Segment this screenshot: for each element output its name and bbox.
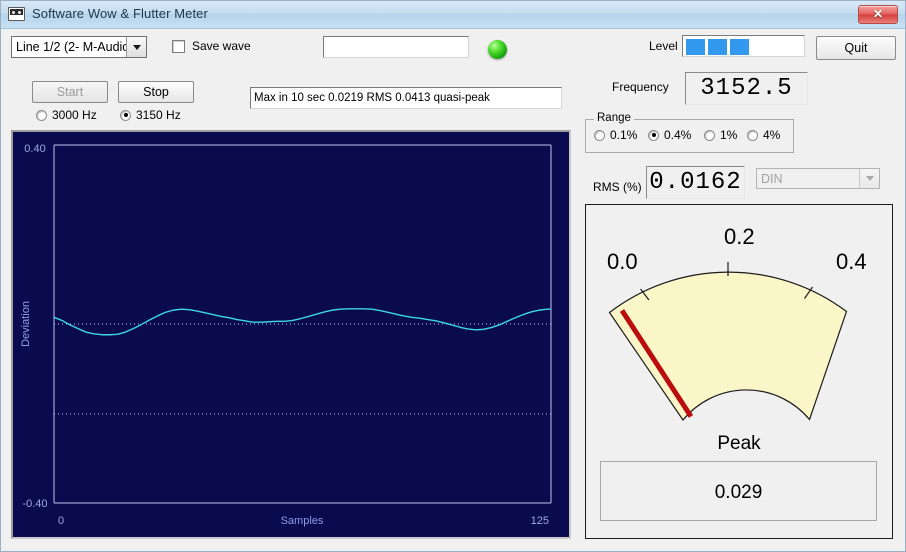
close-icon: ✕	[872, 7, 884, 21]
audio-device-select[interactable]: Line 1/2 (2- M-Audio De	[11, 36, 147, 58]
radio-dot	[120, 109, 131, 121]
status-message-box: Max in 10 sec 0.0219 RMS 0.0413 quasi-pe…	[250, 87, 562, 109]
filename-value	[324, 37, 468, 43]
frequency-value: 3152.5	[700, 75, 793, 102]
freq-radio-3150-label: 3150 Hz	[136, 108, 181, 122]
status-message-text: Max in 10 sec 0.0219 RMS 0.0413 quasi-pe…	[254, 92, 490, 104]
level-segment	[730, 39, 749, 55]
chart-ylabel: Deviation	[20, 301, 32, 347]
radio-dot	[704, 129, 715, 141]
radio-dot	[747, 129, 758, 141]
radio-dot	[36, 109, 47, 121]
rms-label: RMS (%)	[593, 180, 642, 194]
peak-value-box: 0.029	[600, 461, 877, 521]
filename-input[interactable]	[323, 36, 469, 58]
deviation-chart: 0.40 -0.40 0 125 Samples Deviation	[11, 130, 571, 539]
gauge-min-label: 0.0	[607, 249, 638, 274]
rms-display: 0.0162	[646, 166, 745, 199]
freq-radio-3000-label: 3000 Hz	[52, 108, 97, 122]
chart-ytick-max: 0.40	[24, 143, 45, 155]
status-led-indicator	[488, 40, 507, 59]
range-radio-0-1[interactable]: 0.1%	[594, 128, 637, 142]
range-group-title: Range	[594, 112, 634, 124]
rms-value: 0.0162	[649, 169, 742, 196]
save-wave-checkbox-group[interactable]: Save wave	[172, 39, 251, 53]
peak-gauge-panel: 0.0 0.2 0.4 Peak 0.029	[585, 204, 893, 539]
audio-device-value: Line 1/2 (2- M-Audio De	[16, 40, 126, 54]
chart-ytick-min: -0.40	[22, 498, 47, 510]
save-wave-checkbox[interactable]	[172, 39, 185, 53]
peak-value: 0.029	[714, 482, 763, 503]
chevron-down-icon[interactable]	[859, 169, 879, 188]
window-title-bar: Software Wow & Flutter Meter ✕	[1, 1, 905, 29]
frequency-label: Frequency	[612, 80, 669, 94]
chart-xlabel: Samples	[281, 515, 324, 527]
gauge-max-label: 0.4	[836, 249, 867, 274]
chart-xtick-max: 125	[531, 515, 549, 527]
freq-radio-3150[interactable]: 3150 Hz	[120, 108, 181, 122]
range-radio-0-4[interactable]: 0.4%	[648, 128, 691, 142]
window-title: Software Wow & Flutter Meter	[32, 6, 208, 21]
level-segment	[686, 39, 705, 55]
chart-xtick-min: 0	[58, 515, 64, 527]
start-button[interactable]: Start	[32, 81, 108, 103]
range-group: Range 0.1% 0.4% 1% 4%	[585, 112, 794, 153]
frequency-display: 3152.5	[685, 72, 808, 105]
radio-dot	[594, 129, 605, 141]
save-wave-label: Save wave	[192, 39, 251, 53]
weighting-filter-value: DIN	[761, 171, 783, 186]
cassette-icon	[8, 7, 25, 21]
close-button[interactable]: ✕	[858, 5, 898, 24]
range-radio-1[interactable]: 1%	[704, 128, 737, 142]
quit-button[interactable]: Quit	[816, 36, 896, 60]
gauge-graphic: 0.0 0.2 0.4	[607, 224, 867, 421]
level-segment	[708, 39, 727, 55]
radio-dot	[648, 129, 659, 141]
range-radio-1-label: 1%	[720, 128, 738, 142]
start-button-label: Start	[56, 85, 84, 99]
stop-button[interactable]: Stop	[118, 81, 194, 103]
deviation-chart-svg: 0.40 -0.40 0 125 Samples Deviation	[13, 132, 569, 537]
stop-button-label: Stop	[143, 85, 169, 99]
gauge-mid-label: 0.2	[724, 224, 755, 249]
peak-label: Peak	[717, 433, 761, 454]
range-radio-4[interactable]: 4%	[747, 128, 780, 142]
range-radio-0-4-label: 0.4%	[664, 128, 692, 142]
level-label: Level	[649, 39, 678, 53]
application-window: Software Wow & Flutter Meter ✕ Line 1/2 …	[0, 0, 906, 552]
weighting-filter-select[interactable]: DIN	[756, 168, 880, 189]
chevron-down-icon[interactable]	[126, 37, 146, 57]
freq-radio-3000[interactable]: 3000 Hz	[36, 108, 97, 122]
quit-button-label: Quit	[844, 41, 868, 55]
level-meter	[682, 35, 805, 57]
range-radio-0-1-label: 0.1%	[610, 128, 638, 142]
range-radio-4-label: 4%	[763, 128, 781, 142]
